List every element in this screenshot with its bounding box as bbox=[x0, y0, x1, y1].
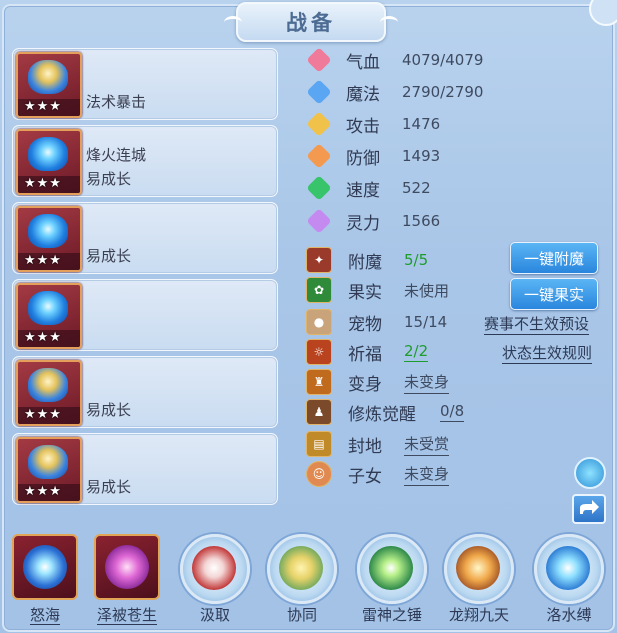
star-rating: ★★★ bbox=[24, 330, 62, 345]
equipment-card-3[interactable]: ★★★ 易成长 bbox=[12, 202, 278, 274]
attr-pet[interactable]: ● 宠物 15/14 bbox=[306, 308, 447, 336]
lightning-icon bbox=[306, 175, 332, 201]
title-plate: 战备 bbox=[224, 2, 398, 42]
share-icon[interactable] bbox=[572, 494, 606, 524]
skill-xietong[interactable]: 协同 bbox=[267, 530, 337, 630]
skill-icon[interactable] bbox=[12, 534, 78, 600]
stat-mp: 魔法 2790/2790 bbox=[306, 78, 483, 106]
stat-speed: 速度 522 bbox=[306, 174, 431, 202]
shield-icon bbox=[306, 143, 332, 169]
status-rules-link[interactable]: 状态生效规则 bbox=[502, 342, 593, 364]
equipment-trait-label: 易成长 bbox=[86, 401, 132, 419]
fief-icon: ▤ bbox=[306, 431, 332, 457]
attr-enchant[interactable]: ✦ 附魔 5/5 bbox=[306, 246, 428, 274]
transform-icon: ♜ bbox=[306, 369, 332, 395]
equipment-slot-icon[interactable]: ★★★ bbox=[16, 52, 82, 118]
skill-icon[interactable] bbox=[534, 534, 604, 604]
skill-icon[interactable] bbox=[267, 534, 337, 604]
equipment-slot-icon[interactable]: ★★★ bbox=[16, 437, 82, 503]
equipment-slot-icon[interactable]: ★★★ bbox=[16, 129, 82, 195]
skill-label: 协同 bbox=[286, 606, 317, 624]
title-ornament-right bbox=[380, 16, 398, 29]
stat-defense: 防御 1493 bbox=[306, 142, 440, 170]
equipment-slot-icon[interactable]: ★★★ bbox=[16, 360, 82, 426]
skill-icon[interactable] bbox=[444, 534, 514, 604]
star-rating: ★★★ bbox=[24, 407, 62, 422]
skill-label: 洛水缚 bbox=[546, 606, 592, 624]
attr-cultivation-awaken[interactable]: ♟ 修炼觉醒 0/8 bbox=[306, 398, 465, 426]
skill-label: 龙翔九天 bbox=[448, 606, 509, 624]
heart-icon bbox=[306, 47, 332, 73]
attr-fruit[interactable]: ✿ 果实 未使用 bbox=[306, 276, 449, 304]
stat-hp: 气血 4079/4079 bbox=[306, 46, 483, 74]
stat-attack: 攻击 1476 bbox=[306, 110, 440, 138]
star-rating: ★★★ bbox=[24, 176, 62, 191]
skill-longxiang-jiutian[interactable]: 龙翔九天 bbox=[444, 530, 514, 630]
skill-icon[interactable] bbox=[357, 534, 427, 604]
equipment-card-2[interactable]: ★★★ 烽火连城 易成长 bbox=[12, 125, 278, 197]
star-rating: ★★★ bbox=[24, 99, 62, 114]
title-ornament-left bbox=[224, 16, 242, 29]
equipment-trait-label: 易成长 bbox=[86, 247, 132, 265]
mana-icon bbox=[306, 79, 332, 105]
fruit-icon: ✿ bbox=[306, 277, 332, 303]
equipment-card-6[interactable]: ★★★ 易成长 bbox=[12, 433, 278, 505]
star-rating: ★★★ bbox=[24, 484, 62, 499]
skill-leishen-zhichui[interactable]: 雷神之锤 bbox=[357, 530, 427, 630]
stat-spirit: 灵力 1566 bbox=[306, 207, 440, 235]
equipment-slot-icon[interactable]: ★★★ bbox=[16, 283, 82, 349]
skill-icon[interactable] bbox=[94, 534, 160, 600]
attr-children[interactable]: ☺ 子女 未变身 bbox=[306, 460, 450, 488]
enchant-icon: ✦ bbox=[306, 247, 332, 273]
page-title: 战备 bbox=[286, 11, 336, 35]
attr-fief[interactable]: ▤ 封地 未受赏 bbox=[306, 430, 450, 458]
spirit-icon bbox=[306, 208, 332, 234]
attr-blessing[interactable]: ☼ 祈福 2/2 bbox=[306, 338, 429, 366]
pet-icon: ● bbox=[306, 309, 332, 335]
skill-label: 汲取 bbox=[199, 606, 230, 624]
cultivation-icon: ♟ bbox=[306, 399, 332, 425]
equipment-trait-label: 易成长 bbox=[86, 170, 132, 188]
attr-transform[interactable]: ♜ 变身 未变身 bbox=[306, 368, 450, 396]
children-icon: ☺ bbox=[306, 461, 332, 487]
skill-label: 泽被苍生 bbox=[96, 606, 157, 625]
sword-icon bbox=[306, 111, 332, 137]
equipment-slot-icon[interactable]: ★★★ bbox=[16, 206, 82, 272]
equipment-card-4[interactable]: ★★★ bbox=[12, 279, 278, 351]
blessing-icon: ☼ bbox=[306, 339, 332, 365]
one-click-enchant-button[interactable]: 一键附魔 bbox=[510, 242, 598, 274]
equipment-effect-label: 烽火连城 bbox=[86, 146, 147, 164]
skill-luoshui-fu[interactable]: 洛水缚 bbox=[534, 530, 604, 630]
skill-icon[interactable] bbox=[180, 534, 250, 604]
pet-equipment-panel: { "panel": { "title": "战备" }, "cards": [… bbox=[0, 0, 617, 633]
equipment-trait-label: 易成长 bbox=[86, 478, 132, 496]
skill-jiqu[interactable]: 汲取 bbox=[180, 530, 250, 630]
event-preset-link[interactable]: 赛事不生效预设 bbox=[484, 313, 590, 335]
equipment-card-5[interactable]: ★★★ 易成长 bbox=[12, 356, 278, 428]
skill-label: 怒海 bbox=[29, 606, 60, 625]
one-click-fruit-button[interactable]: 一键果实 bbox=[510, 278, 598, 310]
equipment-effect-label: 法术暴击 bbox=[86, 93, 147, 111]
skill-nuhai[interactable]: 怒海 bbox=[10, 530, 80, 630]
refresh-icon[interactable] bbox=[574, 457, 606, 489]
skill-label: 雷神之锤 bbox=[361, 606, 422, 624]
skill-zebei-cangsheng[interactable]: 泽被苍生 bbox=[92, 530, 162, 630]
equipment-card-1[interactable]: ★★★ 法术暴击 bbox=[12, 48, 278, 120]
star-rating: ★★★ bbox=[24, 253, 62, 268]
